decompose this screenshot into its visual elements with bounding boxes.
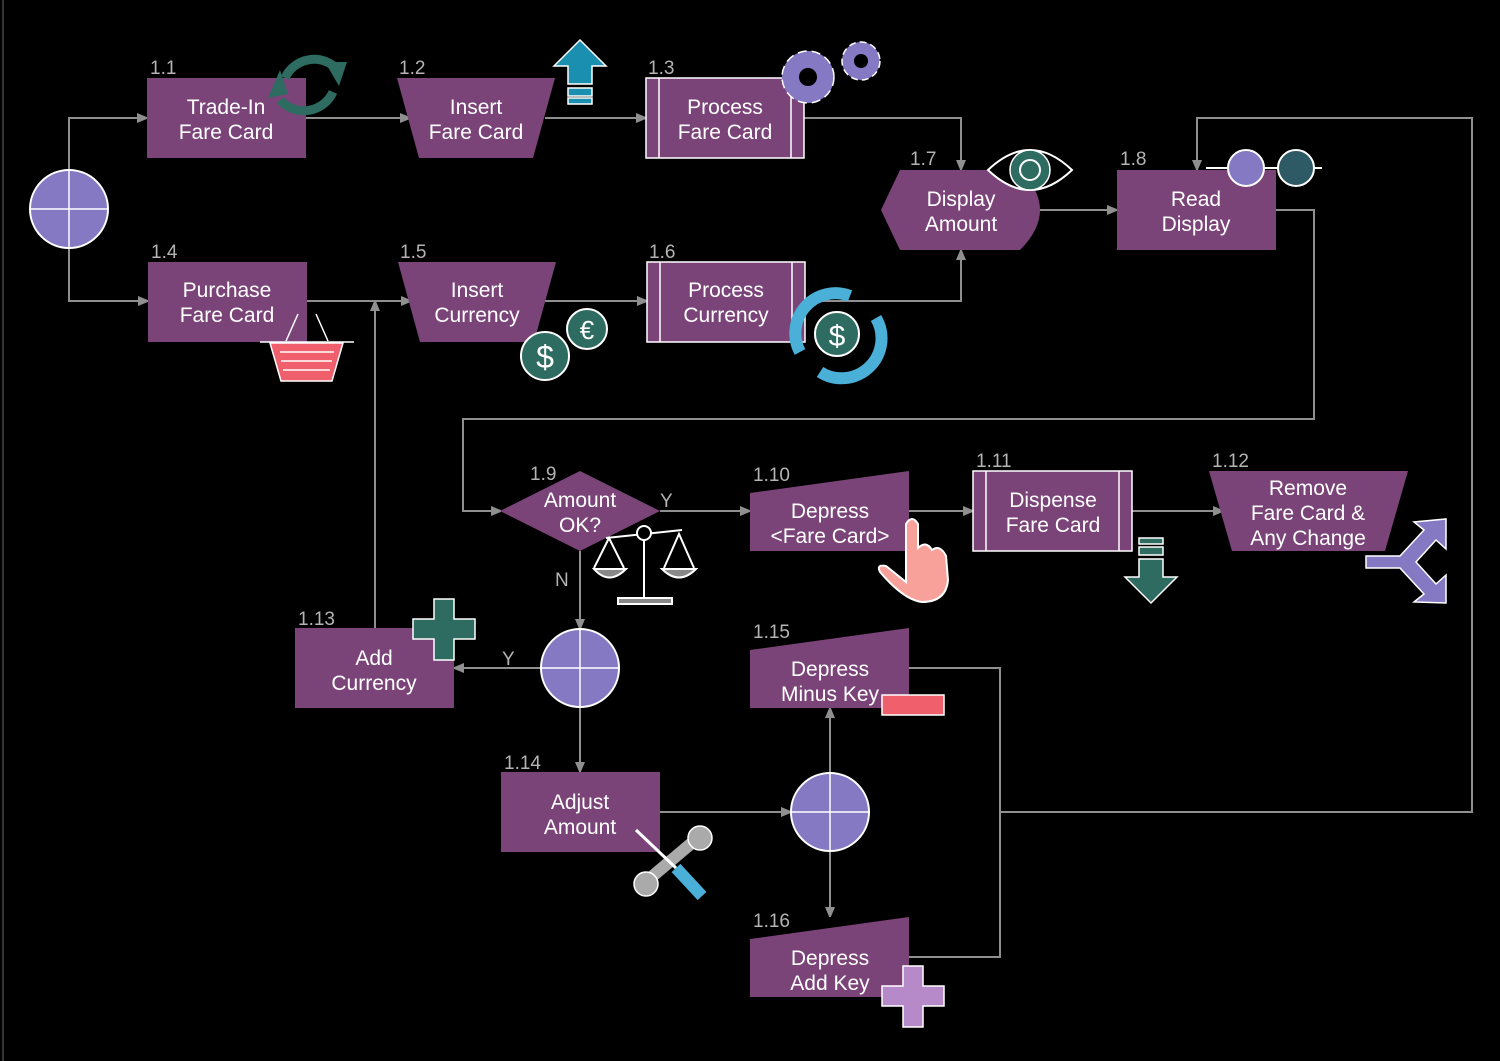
node-insert-fare-card[interactable]: 1.2 Insert Fare Card <box>397 38 608 158</box>
currency-exchange-icon: $ <box>789 287 888 385</box>
node-number: 1.6 <box>649 242 675 263</box>
node-dispense-fare-card[interactable]: 1.11 Dispense Fare Card <box>972 451 1179 605</box>
node-adjust-amount[interactable]: 1.14 Adjust Amount <box>501 753 713 901</box>
node-label: Any Change <box>1250 527 1366 550</box>
gears-icon <box>781 41 881 104</box>
node-label: Fare Card <box>180 304 275 327</box>
download-arrow-icon <box>1123 537 1179 605</box>
node-number: 1.4 <box>151 242 178 263</box>
svg-text:€: € <box>580 315 595 345</box>
node-label: Amount <box>544 816 617 839</box>
node-label: Depress <box>791 947 869 970</box>
node-label: Trade-In <box>187 96 266 119</box>
refresh-icon <box>268 54 347 116</box>
node-label: Adjust <box>551 791 610 814</box>
node-label: Process <box>687 96 763 119</box>
node-number: 1.9 <box>530 464 556 485</box>
node-remove-fare-card-change[interactable]: 1.12 Remove Fare Card & Any Change <box>1209 451 1447 604</box>
node-label: Fare Card <box>1006 514 1101 537</box>
node-display-amount[interactable]: 1.7 Display Amount <box>881 149 1074 250</box>
node-number: 1.12 <box>1212 451 1249 472</box>
node-label: Insert <box>450 96 503 119</box>
node-label: Process <box>688 279 764 302</box>
node-number: 1.10 <box>753 465 790 486</box>
node-process-fare-card[interactable]: 1.3 Process Fare Card <box>645 41 881 159</box>
node-number: 1.3 <box>648 58 674 79</box>
node-process-currency[interactable]: 1.6 Process Currency $ <box>646 242 888 385</box>
node-label: Amount <box>544 489 617 512</box>
node-label: Currency <box>331 672 417 695</box>
node-number: 1.5 <box>400 242 426 263</box>
node-label: Depress <box>791 658 869 681</box>
node-label: Read <box>1171 188 1221 211</box>
node-depress-fare-card[interactable]: 1.10 Depress <Fare Card> <box>750 465 950 604</box>
node-label: Display <box>1162 213 1231 236</box>
node-purchase-fare-card[interactable]: 1.4 Purchase Fare Card <box>148 242 354 382</box>
node-label: Minus Key <box>781 683 880 706</box>
svg-text:$: $ <box>829 320 846 353</box>
node-label: Currency <box>683 304 769 327</box>
node-number: 1.7 <box>910 149 936 170</box>
node-label: Add <box>355 647 392 670</box>
junction-3[interactable] <box>790 772 870 852</box>
node-insert-currency[interactable]: 1.5 Insert Currency $ € <box>398 242 608 381</box>
node-label: Insert <box>451 279 504 302</box>
node-add-currency[interactable]: 1.13 Add Currency <box>295 598 476 708</box>
node-read-display[interactable]: 1.8 Read Display <box>1117 149 1322 250</box>
node-number: 1.8 <box>1120 149 1146 170</box>
edge-label-yes: Y <box>502 649 515 670</box>
flowchart: Y N Y 1.1 Trade-In Fare Card 1.2 Insert Fa… <box>2 0 1473 1061</box>
node-trade-in-fare-card[interactable]: 1.1 Trade-In Fare Card <box>147 54 347 158</box>
node-label: OK? <box>559 514 601 537</box>
node-label: Amount <box>925 213 998 236</box>
svg-text:$: $ <box>536 339 554 375</box>
scales-icon <box>591 525 699 605</box>
node-label: Fare Card <box>429 121 524 144</box>
junction-2[interactable] <box>540 628 620 708</box>
node-label: <Fare Card> <box>770 525 889 548</box>
node-label: Fare Card & <box>1251 502 1365 525</box>
node-number: 1.14 <box>504 753 541 774</box>
node-number: 1.13 <box>298 609 335 630</box>
node-label: Display <box>927 188 996 211</box>
node-label: Currency <box>434 304 520 327</box>
decision-amount-ok[interactable]: 1.9 Amount OK? <box>500 464 699 605</box>
node-label: Remove <box>1269 477 1347 500</box>
node-number: 1.16 <box>753 911 790 932</box>
upload-arrow-icon <box>552 38 608 105</box>
junction-start[interactable] <box>29 169 109 249</box>
node-label: Depress <box>791 500 869 523</box>
node-label: Fare Card <box>179 121 274 144</box>
minus-icon <box>881 694 945 716</box>
node-number: 1.1 <box>150 58 176 79</box>
node-number: 1.2 <box>399 58 425 79</box>
node-label: Dispense <box>1009 489 1097 512</box>
node-label: Fare Card <box>678 121 773 144</box>
node-number: 1.15 <box>753 622 790 643</box>
node-label: Purchase <box>183 279 272 302</box>
edge-label-yes: Y <box>660 491 673 512</box>
node-label: Add Key <box>790 972 870 995</box>
node-number: 1.11 <box>976 451 1012 472</box>
edge-label-no: N <box>555 570 569 591</box>
node-depress-add-key[interactable]: 1.16 Depress Add Key <box>750 911 945 1028</box>
